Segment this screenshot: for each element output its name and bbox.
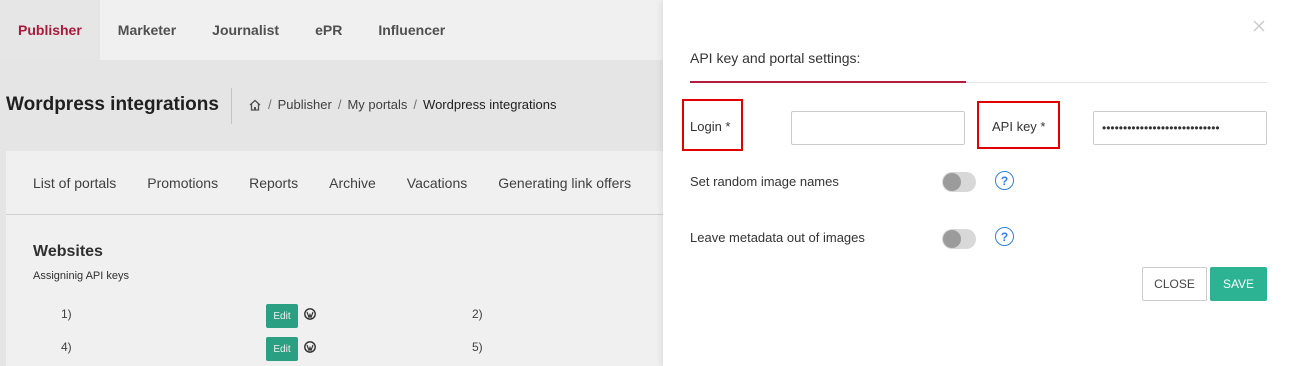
panel-title: API key and portal settings: (690, 50, 861, 66)
toggle-knob (943, 173, 961, 191)
title-accent-line (690, 81, 966, 83)
apikey-field[interactable] (1093, 111, 1267, 145)
apikey-label: API key * (992, 119, 1046, 134)
save-button[interactable]: SAVE (1210, 267, 1267, 301)
close-button[interactable]: CLOSE (1142, 267, 1207, 301)
random-names-label: Set random image names (690, 174, 839, 189)
metadata-toggle[interactable] (942, 229, 976, 249)
help-icon[interactable]: ? (995, 171, 1014, 190)
login-label: Login * (690, 119, 731, 134)
close-icon[interactable] (1251, 18, 1267, 34)
metadata-label: Leave metadata out of images (690, 230, 865, 245)
modal-backdrop[interactable] (0, 0, 663, 366)
random-names-toggle[interactable] (942, 172, 976, 192)
help-icon[interactable]: ? (995, 227, 1014, 246)
api-settings-panel: API key and portal settings: Login * API… (663, 0, 1289, 366)
toggle-knob (943, 230, 961, 248)
login-field[interactable] (791, 111, 965, 145)
